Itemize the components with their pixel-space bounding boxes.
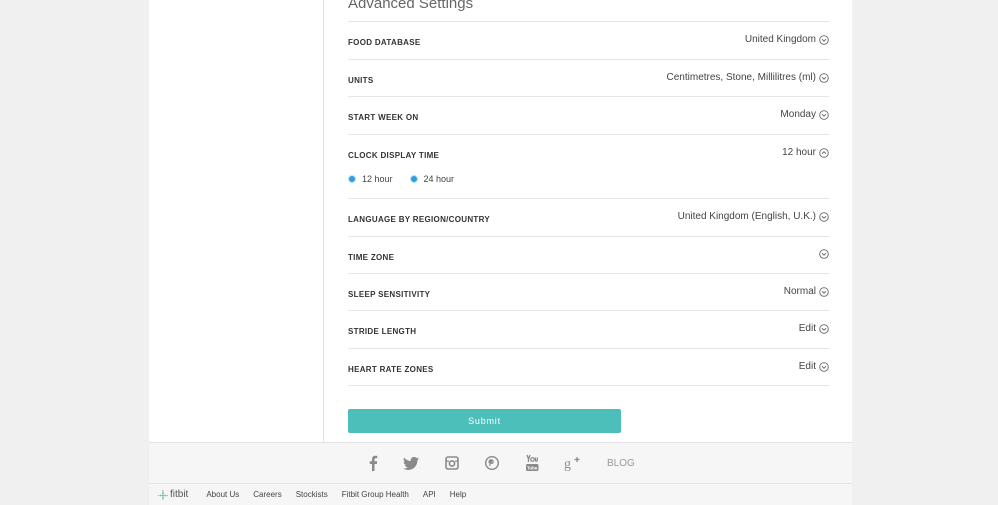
footer-link-api[interactable]: API	[423, 490, 436, 499]
setting-label: LANGUAGE BY REGION/COUNTRY	[348, 215, 491, 224]
footer-link-about[interactable]: About Us	[206, 490, 239, 499]
setting-value: 12 hour	[782, 147, 816, 158]
chevron-down-icon	[819, 323, 829, 334]
footer-link-stockists[interactable]: Stockists	[296, 490, 328, 499]
start-week-dropdown[interactable]: Monday	[780, 109, 829, 120]
heart-rate-zones-edit[interactable]: Edit	[799, 361, 829, 372]
instagram-icon[interactable]	[442, 453, 462, 473]
setting-label: UNITS	[348, 76, 374, 85]
clock-display-dropdown[interactable]: 12 hour	[782, 147, 829, 158]
blog-link[interactable]: BLOG	[607, 458, 635, 469]
section-title: Advanced Settings	[348, 0, 474, 12]
radio-24-hour[interactable]: 24 hour	[409, 174, 455, 184]
setting-value: United Kingdom	[744, 34, 816, 45]
pinterest-icon[interactable]	[482, 453, 502, 473]
facebook-icon[interactable]	[363, 453, 383, 473]
time-zone-dropdown[interactable]	[816, 249, 829, 259]
radio-12-hour[interactable]: 12 hour	[348, 174, 393, 184]
submit-button[interactable]: Submit	[348, 409, 621, 433]
chevron-down-icon	[819, 211, 829, 222]
setting-value: Normal	[783, 286, 816, 297]
radio-label: 24 hour	[423, 174, 455, 184]
setting-value: Edit	[798, 323, 816, 334]
setting-label: HEART RATE ZONES	[348, 365, 434, 374]
fitbit-logo-icon	[158, 489, 168, 500]
setting-label: START WEEK ON	[348, 113, 419, 122]
language-dropdown[interactable]: United Kingdom (English, U.K.)	[678, 211, 829, 222]
setting-label: CLOCK DISPLAY TIME	[348, 151, 440, 160]
setting-heart-rate-zones: HEART RATE ZONES Edit	[348, 348, 829, 386]
svg-text:Tube: Tube	[527, 465, 538, 470]
chevron-down-icon	[819, 72, 829, 83]
setting-label: STRIDE LENGTH	[348, 327, 417, 336]
setting-label: SLEEP SENSITIVITY	[348, 290, 431, 299]
setting-time-zone: TIME ZONE	[348, 236, 829, 273]
youtube-icon[interactable]: Tube	[522, 453, 542, 473]
sleep-sensitivity-dropdown[interactable]: Normal	[784, 286, 829, 297]
clock-options: 12 hour 24 hour	[348, 174, 471, 184]
setting-label: TIME ZONE	[348, 253, 395, 262]
radio-label: 12 hour	[362, 174, 393, 184]
setting-food-database: FOOD DATABASE United Kingdom	[348, 21, 829, 59]
social-bar: Tube g BLOG	[149, 442, 852, 483]
footer-link-help[interactable]: Help	[450, 490, 466, 499]
setting-language: LANGUAGE BY REGION/COUNTRY United Kingdo…	[348, 198, 829, 236]
left-column	[149, 0, 324, 442]
logo-text: fitbit	[170, 489, 189, 500]
footer-link-group-health[interactable]: Fitbit Group Health	[342, 490, 409, 499]
setting-clock-display: CLOCK DISPLAY TIME 12 hour	[348, 134, 829, 198]
chevron-down-icon	[819, 34, 829, 45]
units-dropdown[interactable]: Centimetres, Stone, Millilitres (ml)	[667, 72, 829, 83]
setting-value: Monday	[780, 109, 816, 120]
chevron-down-icon	[819, 286, 829, 297]
google-plus-icon[interactable]: g	[562, 453, 582, 473]
radio-button[interactable]	[348, 175, 356, 183]
footer-link-careers[interactable]: Careers	[253, 490, 281, 499]
setting-sleep-sensitivity: SLEEP SENSITIVITY Normal	[348, 273, 829, 310]
setting-units: UNITS Centimetres, Stone, Millilitres (m…	[348, 59, 829, 96]
fitbit-logo[interactable]: fitbit	[158, 489, 188, 500]
chevron-down-icon	[819, 361, 829, 372]
setting-label: FOOD DATABASE	[348, 38, 421, 47]
setting-start-week: START WEEK ON Monday	[348, 96, 829, 134]
chevron-down-icon	[819, 249, 829, 259]
food-database-dropdown[interactable]: United Kingdom	[745, 34, 829, 45]
setting-value: Centimetres, Stone, Millilitres (ml)	[666, 72, 816, 83]
radio-button[interactable]	[409, 175, 418, 183]
twitter-icon[interactable]	[401, 453, 421, 473]
chevron-down-icon	[819, 109, 829, 120]
page: Advanced Settings FOOD DATABASE United K…	[149, 0, 852, 505]
footer: fitbit About Us Careers Stockists Fitbit…	[149, 483, 852, 505]
chevron-up-icon	[819, 147, 829, 158]
stride-length-edit[interactable]: Edit	[799, 323, 829, 334]
setting-value: Edit	[798, 361, 816, 372]
setting-stride-length: STRIDE LENGTH Edit	[348, 310, 829, 348]
setting-value: United Kingdom (English, U.K.)	[677, 211, 816, 222]
svg-text:g: g	[564, 457, 571, 471]
